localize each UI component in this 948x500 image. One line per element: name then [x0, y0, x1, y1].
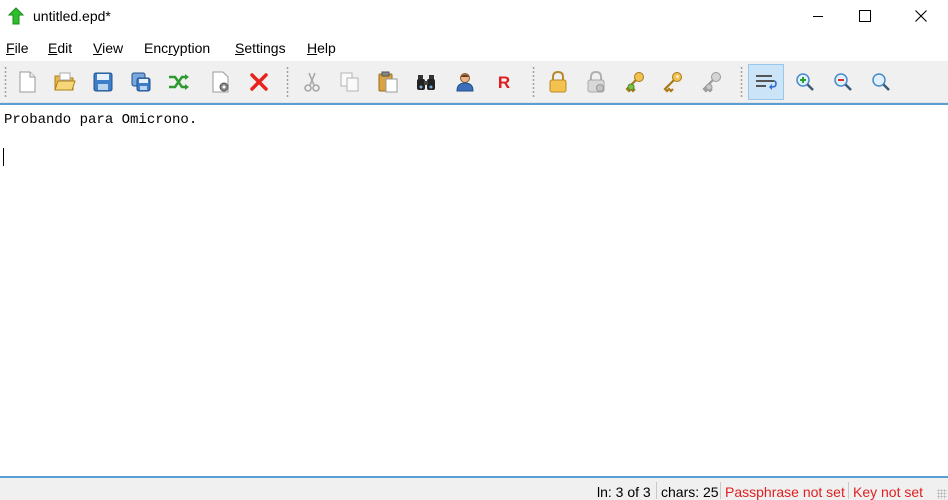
svg-text:R: R: [498, 73, 510, 91]
window-title: untitled.epd*: [33, 8, 111, 24]
editor-line: Probando para Omicrono.: [4, 112, 198, 128]
minimize-button[interactable]: [795, 0, 841, 31]
find-button[interactable]: [408, 64, 444, 100]
open-folder-icon: [54, 72, 76, 91]
menu-bar: File Edit View Encryption Settings Help: [0, 37, 948, 59]
shuffle-button[interactable]: [161, 64, 197, 100]
encrypt-button[interactable]: [540, 64, 576, 100]
menu-help[interactable]: Help: [307, 37, 336, 59]
menu-view[interactable]: View: [93, 37, 123, 59]
shuffle-icon: [169, 74, 189, 90]
resize-grip[interactable]: [937, 489, 947, 499]
toolbar-grip[interactable]: [4, 66, 7, 98]
status-key: Key not set: [853, 484, 924, 500]
new-file-icon: [19, 71, 36, 93]
app-icon: [7, 7, 25, 25]
file-settings-icon: [212, 71, 229, 93]
status-char-count: chars: 25: [661, 484, 719, 500]
file-settings-button[interactable]: [203, 64, 239, 100]
menu-encryption[interactable]: Encryption: [144, 37, 210, 59]
cut-icon: [304, 72, 320, 92]
paste-icon: [378, 71, 398, 93]
key-icon: [663, 72, 682, 93]
lock-disabled-icon: [587, 71, 605, 93]
status-passphrase: Passphrase not set: [725, 484, 845, 500]
zoom-out-icon: [834, 73, 852, 91]
key-pair-icon: [625, 72, 644, 93]
menu-file[interactable]: File: [6, 37, 29, 59]
menu-settings[interactable]: Settings: [235, 37, 286, 59]
status-separator: [720, 482, 721, 499]
toolbar-grip[interactable]: [286, 66, 289, 98]
save-all-icon: [131, 72, 151, 92]
zoom-in-button[interactable]: [787, 64, 823, 100]
close-icon: [915, 9, 927, 22]
r-letter-icon: R: [498, 73, 510, 91]
user-button[interactable]: [447, 64, 483, 100]
r-button[interactable]: R: [486, 64, 522, 100]
lock-icon: [549, 71, 567, 93]
title-bar[interactable]: untitled.epd*: [0, 0, 948, 32]
toolbar: R: [0, 61, 948, 103]
zoom-reset-button[interactable]: [863, 64, 899, 100]
word-wrap-button[interactable]: [748, 64, 784, 100]
binoculars-icon: [417, 75, 435, 90]
maximize-button[interactable]: [842, 0, 888, 31]
zoom-out-button[interactable]: [825, 64, 861, 100]
maximize-icon: [859, 9, 871, 22]
cut-button[interactable]: [294, 64, 330, 100]
user-icon: [456, 73, 474, 92]
paste-button[interactable]: [370, 64, 406, 100]
save-all-button[interactable]: [123, 64, 159, 100]
text-editor[interactable]: Probando para Omicrono.: [0, 105, 948, 476]
word-wrap-icon: [756, 75, 777, 90]
open-button[interactable]: [47, 64, 83, 100]
zoom-reset-icon: [872, 73, 890, 91]
key-disabled-icon: [702, 72, 721, 93]
zoom-in-icon: [796, 73, 814, 91]
status-bar: ln: 3 of 3 chars: 25 Passphrase not set …: [0, 478, 948, 500]
delete-x-icon: [250, 73, 268, 91]
decrypt-button[interactable]: [578, 64, 614, 100]
close-button[interactable]: [898, 0, 944, 31]
new-file-button[interactable]: [9, 64, 45, 100]
key-button[interactable]: [655, 64, 691, 100]
text-caret: [3, 148, 4, 166]
status-separator: [848, 482, 849, 499]
copy-icon: [340, 72, 359, 92]
toolbar-grip[interactable]: [532, 66, 535, 98]
key-pair-button[interactable]: [617, 64, 653, 100]
status-line-info: ln: 3 of 3: [597, 484, 651, 500]
minimize-icon: [813, 15, 823, 17]
save-button[interactable]: [85, 64, 121, 100]
status-separator: [656, 482, 657, 499]
delete-button[interactable]: [241, 64, 277, 100]
copy-button[interactable]: [332, 64, 368, 100]
key-disabled-button[interactable]: [694, 64, 730, 100]
menu-edit[interactable]: Edit: [48, 37, 72, 59]
toolbar-grip[interactable]: [740, 66, 743, 98]
save-icon: [93, 72, 113, 92]
